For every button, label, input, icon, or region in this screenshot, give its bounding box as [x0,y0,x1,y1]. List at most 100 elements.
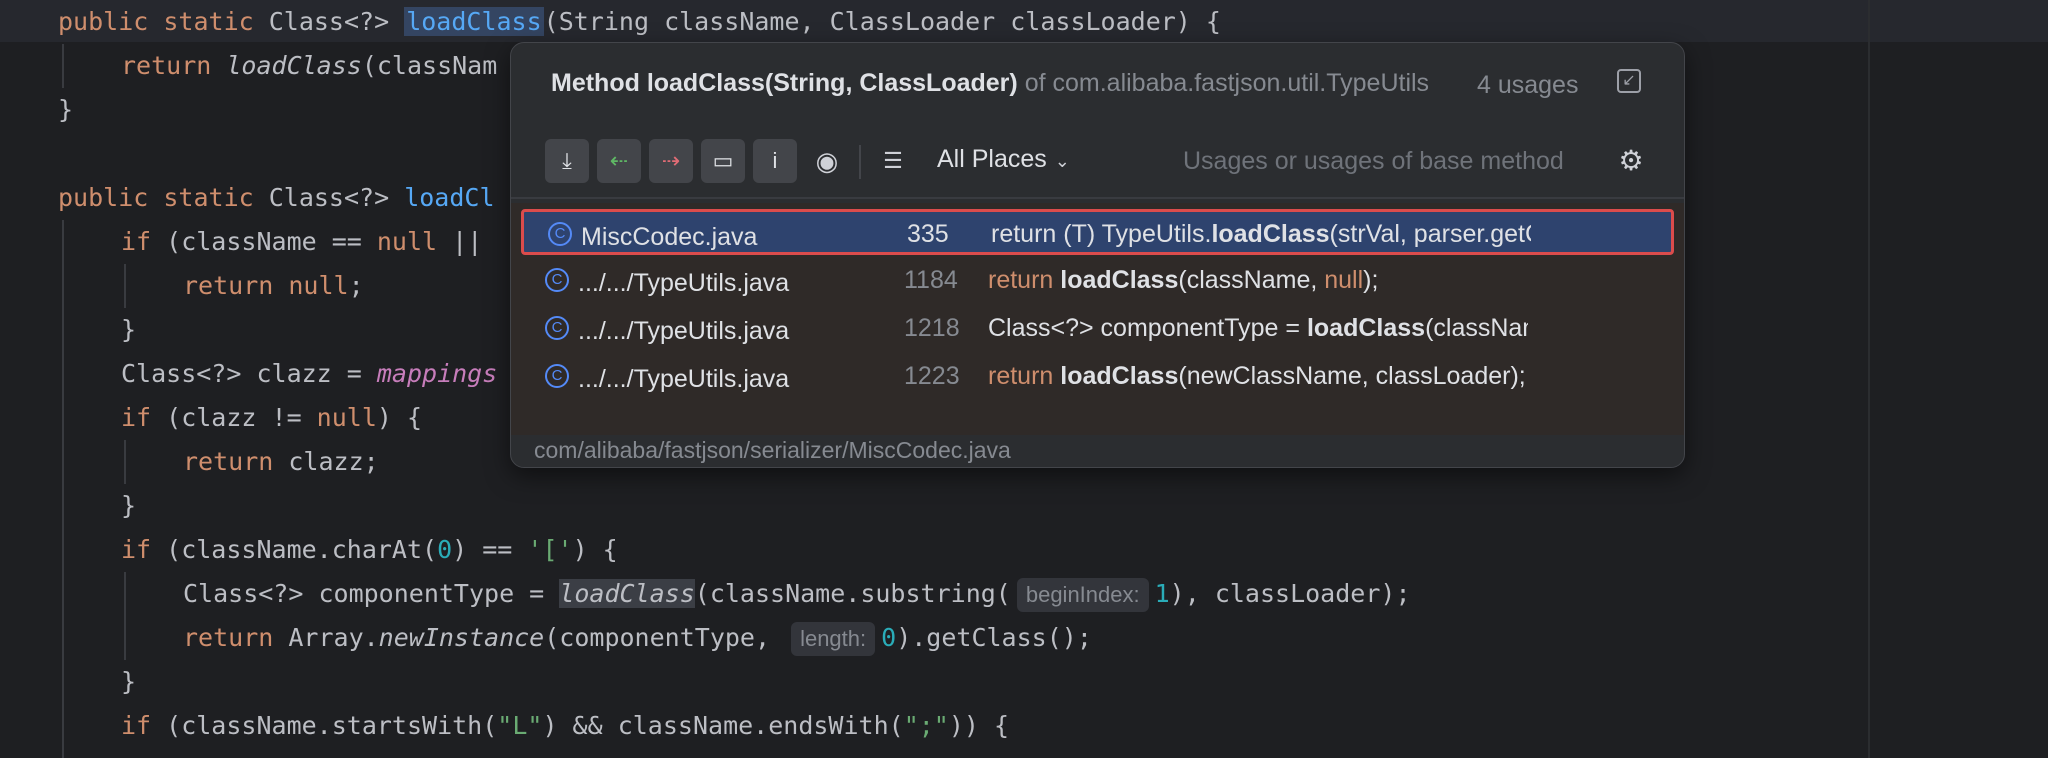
read-access-icon[interactable]: ⇠ [597,139,641,183]
code-line[interactable]: if (className.charAt(0) == '[') { [121,528,618,572]
usage-row[interactable]: C .../.../TypeUtils.java 1184 return loa… [521,258,1674,304]
code-line[interactable]: } [121,660,136,704]
usage-code-text: (className.substring(1), classLoader); [1425,314,1528,342]
code-line[interactable]: Class<?> componentType = loadClass(class… [183,572,1411,616]
open-in-tool-window-icon[interactable]: ↙ [1617,69,1641,93]
toolbar-separator [859,145,861,179]
code-token: null [288,271,349,300]
code-token: public static [58,183,269,212]
find-usages-popup[interactable]: Method loadClass(String, ClassLoader) of… [510,42,1685,468]
code-line[interactable]: if (className.startsWith("L") && classNa… [121,704,1009,748]
code-token: } [121,491,137,520]
eye-icon[interactable]: ◉ [805,139,849,183]
usages-list[interactable]: C MiscCodec.java 335 return (T) TypeUtil… [511,203,1684,435]
module-folder-icon[interactable]: ▭ [701,139,745,183]
code-line[interactable]: return clazz; [183,440,379,484]
usage-code-text: null [1324,266,1364,294]
code-line[interactable]: public static Class<?> loadCl [58,176,495,220]
code-token: (className.startsWith( [166,711,498,740]
code-line[interactable]: Class<?> clazz = mappings [121,352,497,396]
usage-code-text: (strVal, parser.getConfig().getDefaultCl… [1329,220,1531,248]
code-line[interactable]: } [121,484,136,528]
code-token: } [121,315,137,344]
code-token: if [121,227,167,256]
code-line[interactable]: return loadClass(classNam [121,44,497,88]
chevron-down-icon: ⌄ [1054,151,1070,171]
code-token: loadClass [226,51,362,80]
code-token: ) && className.endsWith( [542,711,904,740]
code-token: return [121,51,227,80]
usage-code: return loadClass(newClassName, classLoad… [988,362,1528,391]
method-name-token[interactable]: loadClass [404,7,544,36]
code-line[interactable]: } [121,308,136,352]
code-line[interactable]: return Array.newInstance(componentType, … [183,616,1092,660]
code-token: null [376,227,438,256]
code-line[interactable]: if (className == null || [121,220,482,264]
code-line[interactable]: return null; [183,264,364,308]
code-line[interactable]: public static Class<?> loadClass(String … [58,0,1221,44]
usage-match: loadClass [1211,220,1330,248]
gear-icon[interactable]: ⚙ [1609,139,1653,183]
code-token: )) { [948,711,1010,740]
preview-icon[interactable]: ☰ [871,139,915,183]
usage-row[interactable]: C MiscCodec.java 335 return (T) TypeUtil… [521,209,1674,255]
code-token: public static [58,7,269,36]
code-token: if [121,711,167,740]
code-token: ), classLoader); [1169,579,1411,608]
code-token: ) { [572,535,618,564]
write-access-icon[interactable]: ⇢ [649,139,693,183]
usage-code-text: return [988,266,1061,294]
popup-title: Method loadClass(String, ClassLoader) of… [551,69,1451,98]
code-token: } [58,95,74,124]
code-token: 0 [437,535,453,564]
code-token: null [316,403,377,432]
parameter-hint: beginIndex: [1016,578,1149,612]
code-token: if [121,403,167,432]
right-margin-guide [1868,0,1870,758]
code-token: 1 [1154,579,1170,608]
scope-dropdown[interactable]: All Places ⌄ [937,145,1070,174]
code-token: Class<?> clazz = [121,359,377,388]
usage-code-text: (newClassName, classLoader); [1178,362,1526,390]
code-token: mappings [376,359,498,388]
file-path-bar: com/alibaba/fastjson/serializer/MiscCode… [511,435,1684,467]
code-token: ) { [376,403,423,432]
usage-row[interactable]: C .../.../TypeUtils.java 1223 return loa… [521,354,1674,400]
merge-usages-icon[interactable]: ⤓ [545,139,589,183]
code-token: ";" [903,711,949,740]
popup-title-class: of com.alibaba.fastjson.util.TypeUtils [1017,69,1430,97]
usages-count: 4 usages [1477,71,1579,99]
code-token: "L" [497,711,543,740]
usage-file: .../.../TypeUtils.java [578,365,790,393]
usage-line: 335 [907,220,949,248]
file-path: com/alibaba/fastjson/serializer/MiscCode… [534,437,1011,463]
parameter-hint: length: [791,622,876,656]
code-line[interactable]: if (clazz != null) { [121,396,422,440]
code-token: Array. [288,623,379,652]
usage-code-text: (className, [1178,266,1325,294]
code-token: return [183,271,289,300]
indent-guide [124,264,126,308]
usage-file: .../.../TypeUtils.java [578,269,790,297]
usages-filter-input[interactable] [1171,139,1591,183]
code-token: Class<?> [268,183,405,212]
usage-row[interactable]: C .../.../TypeUtils.java 1218 Class<?> c… [521,306,1674,352]
class-icon: C [545,316,569,340]
code-token: clazz; [288,447,379,476]
usage-match: loadClass [1060,362,1179,390]
code-token: (classNam [361,51,498,80]
popup-header: Method loadClass(String, ClassLoader) of… [511,43,1684,125]
code-token: (className.substring( [694,579,1011,608]
code-token: } [121,667,137,696]
code-token: return [183,623,289,652]
code-token: '[' [527,535,573,564]
usage-code-text: ); [1363,266,1379,294]
code-token: ) == [452,535,528,564]
info-icon[interactable]: i [753,139,797,183]
code-token: || [437,227,483,256]
code-token: newInstance [378,623,545,652]
usage-line: 1218 [904,314,960,342]
code-token: Class<?> [268,7,405,36]
class-icon: C [548,222,572,246]
code-line[interactable]: } [58,88,73,132]
